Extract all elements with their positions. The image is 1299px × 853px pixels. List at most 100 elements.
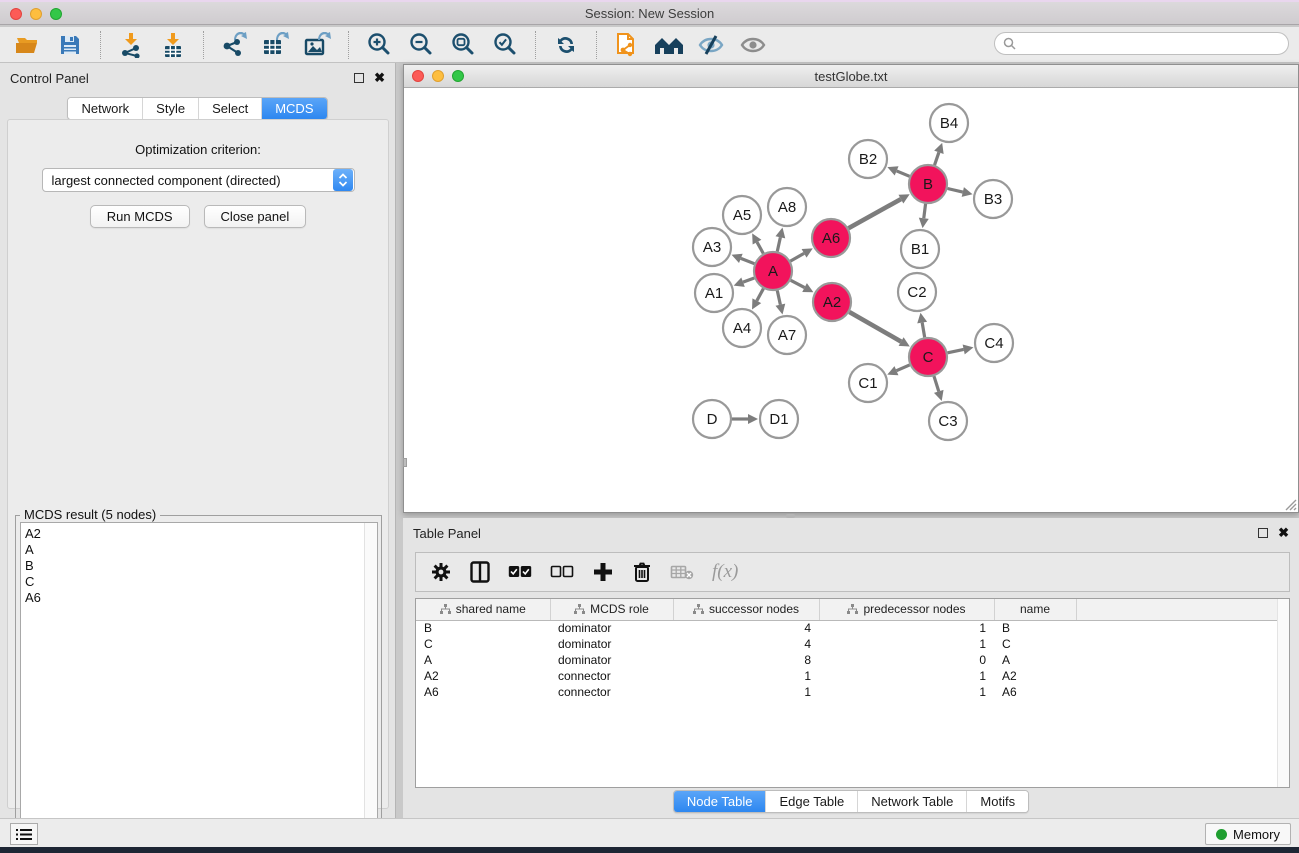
zoom-fit-icon[interactable] [445,30,481,60]
edge-B-B2[interactable] [897,171,910,176]
cell-shared-name[interactable]: B [416,620,550,636]
cell-MCDS-role[interactable]: connector [550,684,673,700]
edge-C-C2[interactable] [922,323,924,338]
mcds-result-list[interactable]: A2ABCA6 [20,522,378,850]
zoom-out-icon[interactable] [403,30,439,60]
edge-A-A6[interactable] [790,253,804,261]
column-header-successor-nodes[interactable]: successor nodes [673,599,819,620]
edge-C-C4[interactable] [948,349,964,352]
close-table-panel-icon[interactable]: ✖ [1278,528,1289,538]
cell-predecessor-nodes[interactable]: 1 [819,620,994,636]
cell-name[interactable]: C [994,636,1076,652]
zoom-selected-icon[interactable] [487,30,523,60]
table-row[interactable]: Adominator80A [416,652,1278,668]
tab-motifs[interactable]: Motifs [966,791,1028,812]
cell-shared-name[interactable]: A [416,652,550,668]
import-network-icon[interactable] [113,30,149,60]
show-panels-menu-button[interactable] [10,823,38,845]
create-column-icon[interactable] [592,561,614,583]
hide-graphics-details-icon[interactable] [693,30,729,60]
table-row[interactable]: Cdominator41C [416,636,1278,652]
edge-C-C1[interactable] [896,365,909,371]
open-session-icon[interactable] [10,30,46,60]
tab-node-table[interactable]: Node Table [674,791,766,812]
save-session-icon[interactable] [52,30,88,60]
result-item[interactable]: B [25,558,377,574]
cell-predecessor-nodes[interactable]: 1 [819,668,994,684]
cell-name[interactable]: A6 [994,684,1076,700]
edge-A-A3[interactable] [741,258,755,263]
result-item[interactable]: C [25,574,377,590]
result-item[interactable]: A [25,542,377,558]
cell-successor-nodes[interactable]: 4 [673,620,819,636]
cell-shared-name[interactable]: A2 [416,668,550,684]
cell-name[interactable]: A2 [994,668,1076,684]
refresh-view-icon[interactable] [548,30,584,60]
delete-columns-icon[interactable] [632,561,652,583]
column-header-predecessor-nodes[interactable]: predecessor nodes [819,599,994,620]
delete-table-icon[interactable] [670,564,694,580]
first-neighbors-icon[interactable] [651,30,687,60]
show-columns-icon[interactable] [470,561,490,583]
table-scrollbar[interactable] [1277,599,1289,787]
export-image-icon[interactable] [300,30,336,60]
result-list-scrollbar[interactable] [364,523,377,849]
edge-A-A1[interactable] [743,278,754,282]
resize-grip-icon[interactable] [1283,497,1297,511]
cell-MCDS-role[interactable]: dominator [550,636,673,652]
cell-shared-name[interactable]: A6 [416,684,550,700]
search-input[interactable] [1020,37,1270,51]
edge-B-B1[interactable] [924,204,926,218]
tab-network[interactable]: Network [68,98,142,119]
column-header-MCDS-role[interactable]: MCDS role [550,599,673,620]
table-options-gear-icon[interactable] [430,561,452,583]
network-graph[interactable]: B4B2BB3B1A5A8A6A3AA1A2A4A7C2CC4C1C3DD1 [404,88,1298,512]
export-network-icon[interactable] [216,30,252,60]
cell-predecessor-nodes[interactable]: 0 [819,652,994,668]
criterion-select[interactable]: largest connected component (directed) [42,168,355,192]
cell-successor-nodes[interactable]: 1 [673,668,819,684]
column-header-name[interactable]: name [994,599,1076,620]
network-canvas[interactable]: B4B2BB3B1A5A8A6A3AA1A2A4A7C2CC4C1C3DD1 [404,88,1298,512]
new-network-from-selection-icon[interactable] [609,30,645,60]
maximize-window-button[interactable] [50,8,62,20]
column-header-shared-name[interactable]: shared name [416,599,550,620]
show-graphics-details-icon[interactable] [735,30,771,60]
cell-successor-nodes[interactable]: 8 [673,652,819,668]
cell-successor-nodes[interactable]: 4 [673,636,819,652]
edge-C-C3[interactable] [934,376,939,391]
cell-MCDS-role[interactable]: dominator [550,652,673,668]
import-table-icon[interactable] [155,30,191,60]
edge-A-A2[interactable] [791,280,805,287]
edge-A2-C[interactable] [849,312,901,342]
export-table-icon[interactable] [258,30,294,60]
tab-network-table[interactable]: Network Table [857,791,966,812]
cell-MCDS-role[interactable]: connector [550,668,673,684]
node-table[interactable]: shared nameMCDS rolesuccessor nodesprede… [415,598,1290,788]
cell-name[interactable]: A [994,652,1076,668]
cell-name[interactable]: B [994,620,1076,636]
close-window-button[interactable] [10,8,22,20]
edge-B-B3[interactable] [947,188,962,192]
edge-A-A8[interactable] [777,237,780,251]
global-search-field[interactable] [994,32,1289,55]
network-window-titlebar[interactable]: testGlobe.txt [404,65,1298,88]
cell-shared-name[interactable]: C [416,636,550,652]
canvas-scroll-nub[interactable] [403,458,407,467]
panel-divider-handle[interactable] [786,514,795,518]
close-panel-icon[interactable]: ✖ [374,73,385,83]
select-all-checkboxes-icon[interactable] [508,565,532,579]
function-builder-icon[interactable]: f(x) [712,561,738,583]
edge-A-A7[interactable] [777,291,780,305]
cell-successor-nodes[interactable]: 1 [673,684,819,700]
net-minimize-button[interactable] [432,70,444,82]
table-row[interactable]: A6connector11A6 [416,684,1278,700]
table-row[interactable]: Bdominator41B [416,620,1278,636]
zoom-in-icon[interactable] [361,30,397,60]
edge-A-A4[interactable] [757,289,764,301]
result-item[interactable]: A2 [25,526,377,542]
tab-select[interactable]: Select [198,98,261,119]
deselect-all-checkboxes-icon[interactable] [550,565,574,579]
run-mcds-button[interactable]: Run MCDS [90,205,190,228]
edge-A6-B[interactable] [848,199,900,228]
